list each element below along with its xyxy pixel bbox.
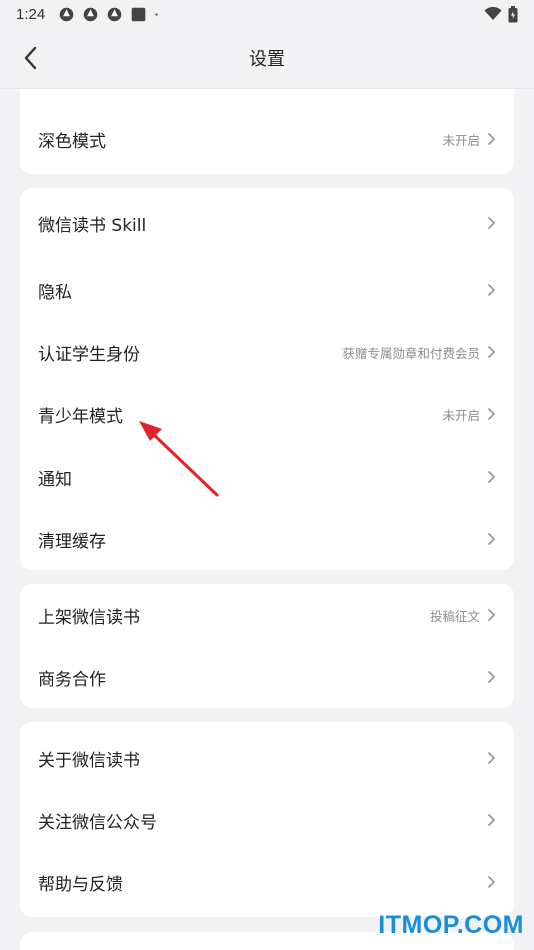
row-hint: 未开启	[442, 132, 480, 148]
row-hint: 投稿征文	[429, 608, 480, 624]
row-label: 关于微信读书	[38, 750, 140, 771]
row-hint: 未开启	[442, 407, 480, 423]
row-label: 认证学生身份	[38, 344, 140, 365]
settings-row-teen-mode[interactable]: 青少年模式 未开启	[20, 383, 514, 445]
chevron-right-icon	[488, 752, 495, 764]
settings-row-follow-official[interactable]: 关注微信公众号	[20, 789, 514, 851]
app-badge-icon	[83, 7, 98, 21]
back-button[interactable]	[12, 40, 48, 76]
settings-row-dark-mode[interactable]: 深色模式 未开启	[20, 108, 514, 170]
dot-icon	[155, 12, 158, 16]
row-label: 商务合作	[38, 669, 106, 690]
chevron-right-icon	[488, 408, 495, 420]
row-label: 通知	[38, 469, 72, 490]
chevron-right-icon	[488, 671, 495, 683]
row-label: 帮助与反馈	[38, 874, 123, 895]
row-label: 隐私	[38, 282, 72, 303]
settings-card-business: 上架微信读书 投稿征文 商务合作	[20, 584, 514, 708]
status-time: 1:24	[16, 5, 46, 23]
settings-row-skill[interactable]: 微信读书 Skill	[20, 192, 514, 254]
settings-row-publish[interactable]: 上架微信读书 投稿征文	[20, 584, 514, 646]
app-badge-icon	[59, 7, 74, 21]
row-label: 上架微信读书	[38, 607, 140, 628]
chevron-right-icon	[488, 346, 495, 358]
settings-row-about[interactable]: 关于微信读书	[20, 727, 514, 789]
chevron-right-icon	[488, 533, 495, 545]
settings-row-privacy[interactable]: 隐私	[20, 259, 514, 321]
page-title: 设置	[249, 49, 285, 70]
watermark: ITMOP.COM	[378, 911, 524, 939]
settings-card-general: 微信读书 Skill 隐私 认证学生身份 获赠专属勋章和付费会员 青少年模式 未…	[20, 188, 514, 570]
chevron-right-icon	[488, 609, 495, 621]
row-label: 青少年模式	[38, 406, 123, 427]
row-label: 深色模式	[38, 131, 106, 152]
wifi-icon	[484, 7, 502, 20]
row-label: 关注微信公众号	[38, 812, 157, 833]
settings-row-business-cooperation[interactable]: 商务合作	[20, 646, 514, 708]
settings-card-display: 深色模式 未开启	[20, 89, 514, 174]
chevron-right-icon	[488, 133, 495, 145]
chevron-right-icon	[488, 876, 495, 888]
row-hint: 获赠专属勋章和付费会员	[342, 345, 480, 361]
settings-row-notifications[interactable]: 通知	[20, 446, 514, 508]
square-icon	[131, 7, 146, 21]
chevron-right-icon	[488, 284, 495, 296]
back-arrow-icon	[24, 46, 37, 70]
chevron-right-icon	[488, 814, 495, 826]
settings-row-help-feedback[interactable]: 帮助与反馈	[20, 851, 514, 913]
row-label: 清理缓存	[38, 531, 106, 552]
chevron-right-icon	[488, 471, 495, 483]
nav-bar: 设置	[0, 28, 534, 88]
app-badge-icon	[107, 7, 122, 21]
row-label: 微信读书 Skill	[38, 215, 147, 236]
battery-icon	[508, 5, 518, 22]
status-bar: 1:24	[0, 0, 534, 28]
settings-row-clear-cache[interactable]: 清理缓存	[20, 508, 514, 570]
chevron-right-icon	[488, 217, 495, 229]
settings-card-about: 关于微信读书 关注微信公众号 帮助与反馈	[20, 722, 514, 917]
settings-row-student-verify[interactable]: 认证学生身份 获赠专属勋章和付费会员	[20, 321, 514, 383]
